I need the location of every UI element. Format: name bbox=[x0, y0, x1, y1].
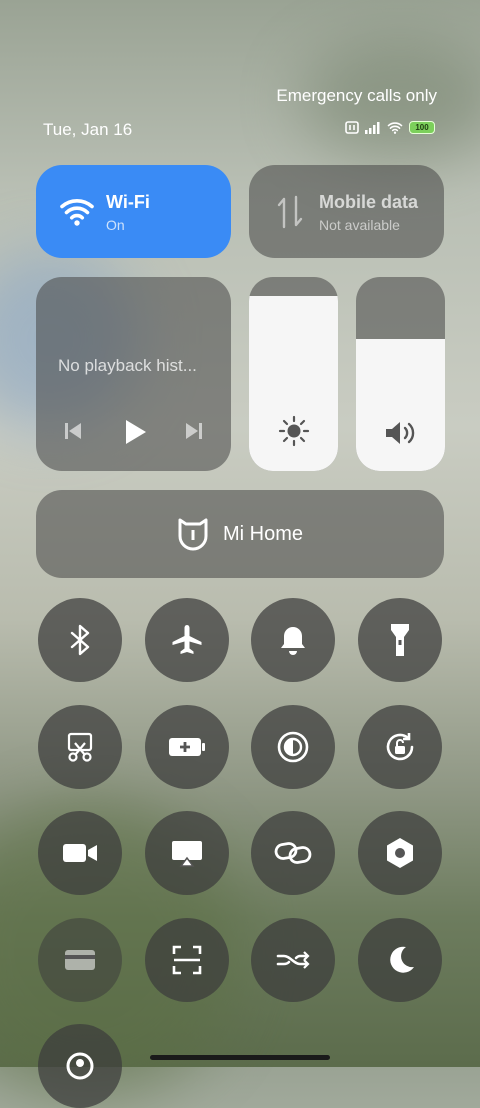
toggle-scanner[interactable] bbox=[145, 918, 229, 1002]
toggle-rotation-lock[interactable] bbox=[358, 705, 442, 789]
battery-icon: 100 bbox=[409, 121, 435, 134]
carrier-status: Emergency calls only bbox=[276, 86, 437, 105]
toggle-dark-mode[interactable] bbox=[251, 705, 335, 789]
toggle-do-not-disturb[interactable] bbox=[358, 918, 442, 1002]
toggle-location[interactable] bbox=[38, 1024, 122, 1108]
wifi-icon bbox=[60, 199, 94, 226]
system-status-icons: 100 bbox=[345, 121, 435, 134]
flashlight-icon bbox=[391, 624, 409, 656]
toggle-data-saver[interactable] bbox=[251, 918, 335, 1002]
toggle-sound[interactable] bbox=[251, 598, 335, 682]
signal-icon bbox=[365, 121, 380, 134]
toggle-bluetooth[interactable] bbox=[38, 598, 122, 682]
mobile-data-icon bbox=[277, 195, 303, 229]
shuffle-icon bbox=[276, 951, 310, 969]
scissors-icon bbox=[67, 732, 93, 762]
toggle-screenshot[interactable] bbox=[38, 705, 122, 789]
toggle-link[interactable] bbox=[251, 811, 335, 895]
toggle-card[interactable] bbox=[38, 918, 122, 1002]
location-icon bbox=[66, 1052, 94, 1080]
video-camera-icon bbox=[63, 844, 97, 862]
mi-home-tile[interactable]: Mi Home bbox=[36, 490, 444, 578]
contrast-icon bbox=[277, 731, 309, 763]
scan-icon bbox=[172, 945, 202, 975]
card-icon bbox=[65, 950, 95, 970]
media-status-text: No playback hist... bbox=[58, 356, 197, 375]
media-player-tile[interactable]: No playback hist... bbox=[36, 277, 231, 471]
brightness-icon bbox=[278, 415, 309, 447]
toggle-settings[interactable] bbox=[358, 811, 442, 895]
toggle-flashlight[interactable] bbox=[358, 598, 442, 682]
mi-home-label: Mi Home bbox=[222, 522, 303, 545]
airplane-icon bbox=[172, 625, 202, 654]
wifi-subtitle: On bbox=[106, 217, 125, 233]
wifi-title: Wi-Fi bbox=[106, 192, 150, 212]
volume-fill bbox=[356, 339, 445, 471]
link-icon bbox=[274, 842, 312, 864]
previous-track-icon[interactable] bbox=[64, 421, 82, 441]
home-indicator[interactable] bbox=[150, 1055, 330, 1060]
mobile-data-tile[interactable]: Mobile data Not available bbox=[249, 165, 444, 258]
nfc-icon bbox=[345, 121, 359, 134]
wifi-status-icon bbox=[387, 122, 403, 134]
play-icon[interactable] bbox=[123, 419, 147, 445]
rotation-lock-icon bbox=[386, 733, 414, 761]
cast-icon bbox=[172, 841, 202, 867]
brightness-slider[interactable] bbox=[249, 277, 338, 471]
mobile-data-subtitle: Not available bbox=[319, 217, 400, 233]
bluetooth-icon bbox=[70, 624, 90, 656]
toggle-cast[interactable] bbox=[145, 811, 229, 895]
moon-icon bbox=[390, 946, 414, 973]
mi-home-icon bbox=[178, 518, 208, 551]
bell-icon bbox=[281, 627, 305, 655]
mobile-data-title: Mobile data bbox=[319, 192, 419, 212]
toggle-screen-recorder[interactable] bbox=[38, 811, 122, 895]
date-label: Tue, Jan 16 bbox=[43, 120, 133, 139]
volume-icon bbox=[385, 422, 414, 444]
battery-plus-icon bbox=[169, 738, 205, 756]
toggle-airplane-mode[interactable] bbox=[145, 598, 229, 682]
next-track-icon[interactable] bbox=[185, 421, 203, 441]
hexagon-settings-icon bbox=[387, 838, 413, 868]
volume-slider[interactable] bbox=[356, 277, 445, 471]
wifi-tile[interactable]: Wi-Fi On bbox=[36, 165, 231, 258]
toggle-battery-saver[interactable] bbox=[145, 705, 229, 789]
